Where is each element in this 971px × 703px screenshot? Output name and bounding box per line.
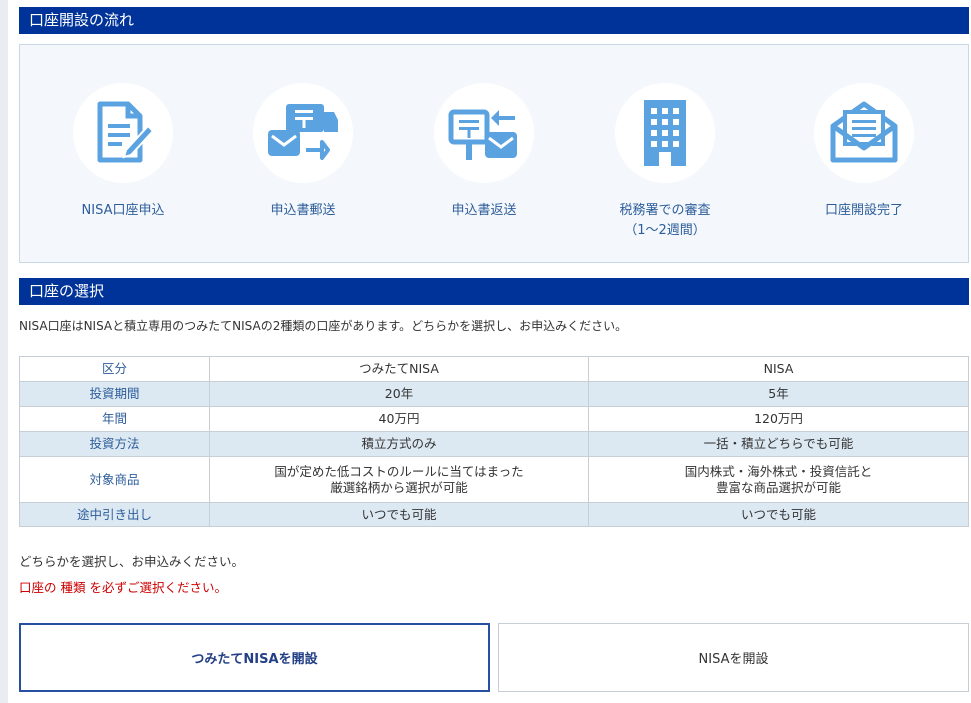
step-icon-circle (434, 83, 534, 183)
selection-intro: NISA口座はNISAと積立専用のつみたてNISAの2種類の口座があります。どち… (19, 319, 628, 333)
selection-section-header: 口座の選択 (19, 278, 969, 305)
table-cell: 40万円 (209, 406, 589, 432)
document-pen-icon (97, 101, 155, 163)
row-label: 投資期間 (19, 381, 210, 407)
cell-line: 国内株式・海外株式・投資信託と (684, 463, 873, 479)
open-envelope-icon (830, 101, 898, 163)
row-label: 対象商品 (19, 456, 210, 503)
table-row: 年間 40万円 120万円 (19, 406, 969, 432)
table-cell: 国内株式・海外株式・投資信託と 豊富な商品選択が可能 (588, 456, 969, 503)
flow-section-header: 口座開設の流れ (19, 7, 969, 34)
flow-step-apply: NISA口座申込 (43, 83, 203, 221)
table-header-row: 区分 つみたてNISA NISA (19, 356, 969, 382)
table-cell: 5年 (588, 381, 969, 407)
table-cell: 国が定めた低コストのルールに当てはまった 厳選銘柄から選択が可能 (209, 456, 589, 503)
table-row: 投資方法 積立方式のみ 一括・積立どちらでも可能 (19, 431, 969, 457)
step-icon-circle (73, 83, 173, 183)
building-icon (644, 100, 686, 166)
step-label: NISA口座申込 (81, 203, 165, 218)
header-cell: NISA (588, 356, 969, 382)
table-cell: 積立方式のみ (209, 431, 589, 457)
open-tsumitate-nisa-button[interactable]: つみたてNISAを開設 (19, 623, 490, 692)
mail-truck-icon (268, 104, 338, 160)
open-nisa-button[interactable]: NISAを開設 (498, 623, 969, 692)
row-label: 途中引き出し (19, 502, 210, 527)
left-gutter (0, 0, 8, 703)
cell-line: 厳選銘柄から選択が可能 (330, 479, 468, 495)
step-sublabel: （1〜2週間） (624, 223, 706, 238)
row-label: 投資方法 (19, 431, 210, 457)
row-label: 年間 (19, 406, 210, 432)
flow-step-complete: 口座開設完了 (784, 83, 944, 221)
selection-warning: 口座の 種類 を必ずご選択ください。 (19, 580, 227, 595)
step-icon-circle (253, 83, 353, 183)
table-cell: いつでも可能 (209, 502, 589, 527)
selection-note: どちらかを選択し、お申込みください。 (19, 554, 245, 569)
table-cell: 120万円 (588, 406, 969, 432)
table-cell: 一括・積立どちらでも可能 (588, 431, 969, 457)
mailbox-return-icon (448, 109, 517, 160)
comparison-table: 区分 つみたてNISA NISA 投資期間 20年 5年 年間 40万円 120… (19, 356, 969, 527)
table-row: 対象商品 国が定めた低コストのルールに当てはまった 厳選銘柄から選択が可能 国内… (19, 456, 969, 503)
table-row: 途中引き出し いつでも可能 いつでも可能 (19, 502, 969, 527)
cell-line: 国が定めた低コストのルールに当てはまった (274, 463, 524, 479)
step-icon-circle (814, 83, 914, 183)
flow-step-mail-out: 申込書郵送 (223, 83, 383, 221)
step-label: 申込書返送 (451, 203, 517, 218)
flow-step-review: 税務署での審査 （1〜2週間） (585, 83, 745, 241)
step-icon-circle (615, 83, 715, 183)
table-cell: 20年 (209, 381, 589, 407)
table-cell: いつでも可能 (588, 502, 969, 527)
flow-steps-panel: NISA口座申込 申込書郵送 申込書返送 税務署での審査 （1〜2週間） 口座開… (19, 44, 969, 263)
flow-step-return: 申込書返送 (404, 83, 564, 221)
header-cell: 区分 (19, 356, 210, 382)
step-label: 税務署での審査 (619, 203, 711, 218)
cell-line: 豊富な商品選択が可能 (715, 479, 841, 495)
table-row: 投資期間 20年 5年 (19, 381, 969, 407)
step-label: 口座開設完了 (824, 203, 903, 218)
header-cell: つみたてNISA (209, 356, 589, 382)
step-label: 申込書郵送 (270, 203, 336, 218)
